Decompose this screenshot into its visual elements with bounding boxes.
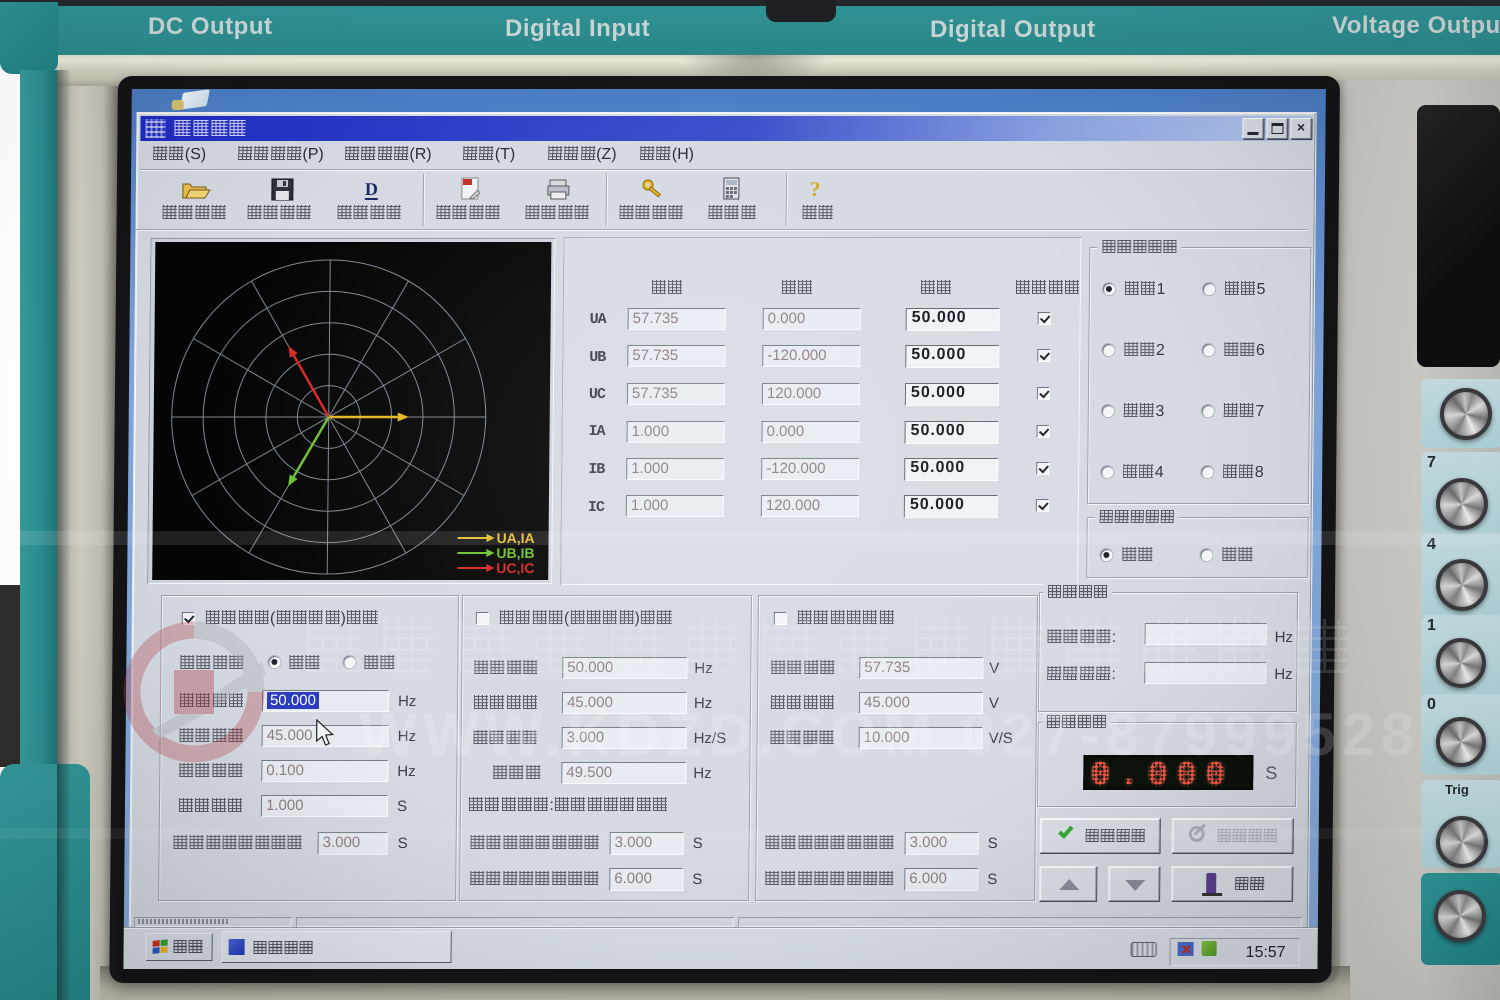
- svg-text:UC,IC: UC,IC: [496, 560, 534, 576]
- svg-text:UB,IB: UB,IB: [496, 545, 534, 561]
- svg-text:UA,IA: UA,IA: [496, 530, 534, 546]
- svg-text:D: D: [365, 179, 378, 199]
- svg-text:?: ?: [810, 177, 821, 201]
